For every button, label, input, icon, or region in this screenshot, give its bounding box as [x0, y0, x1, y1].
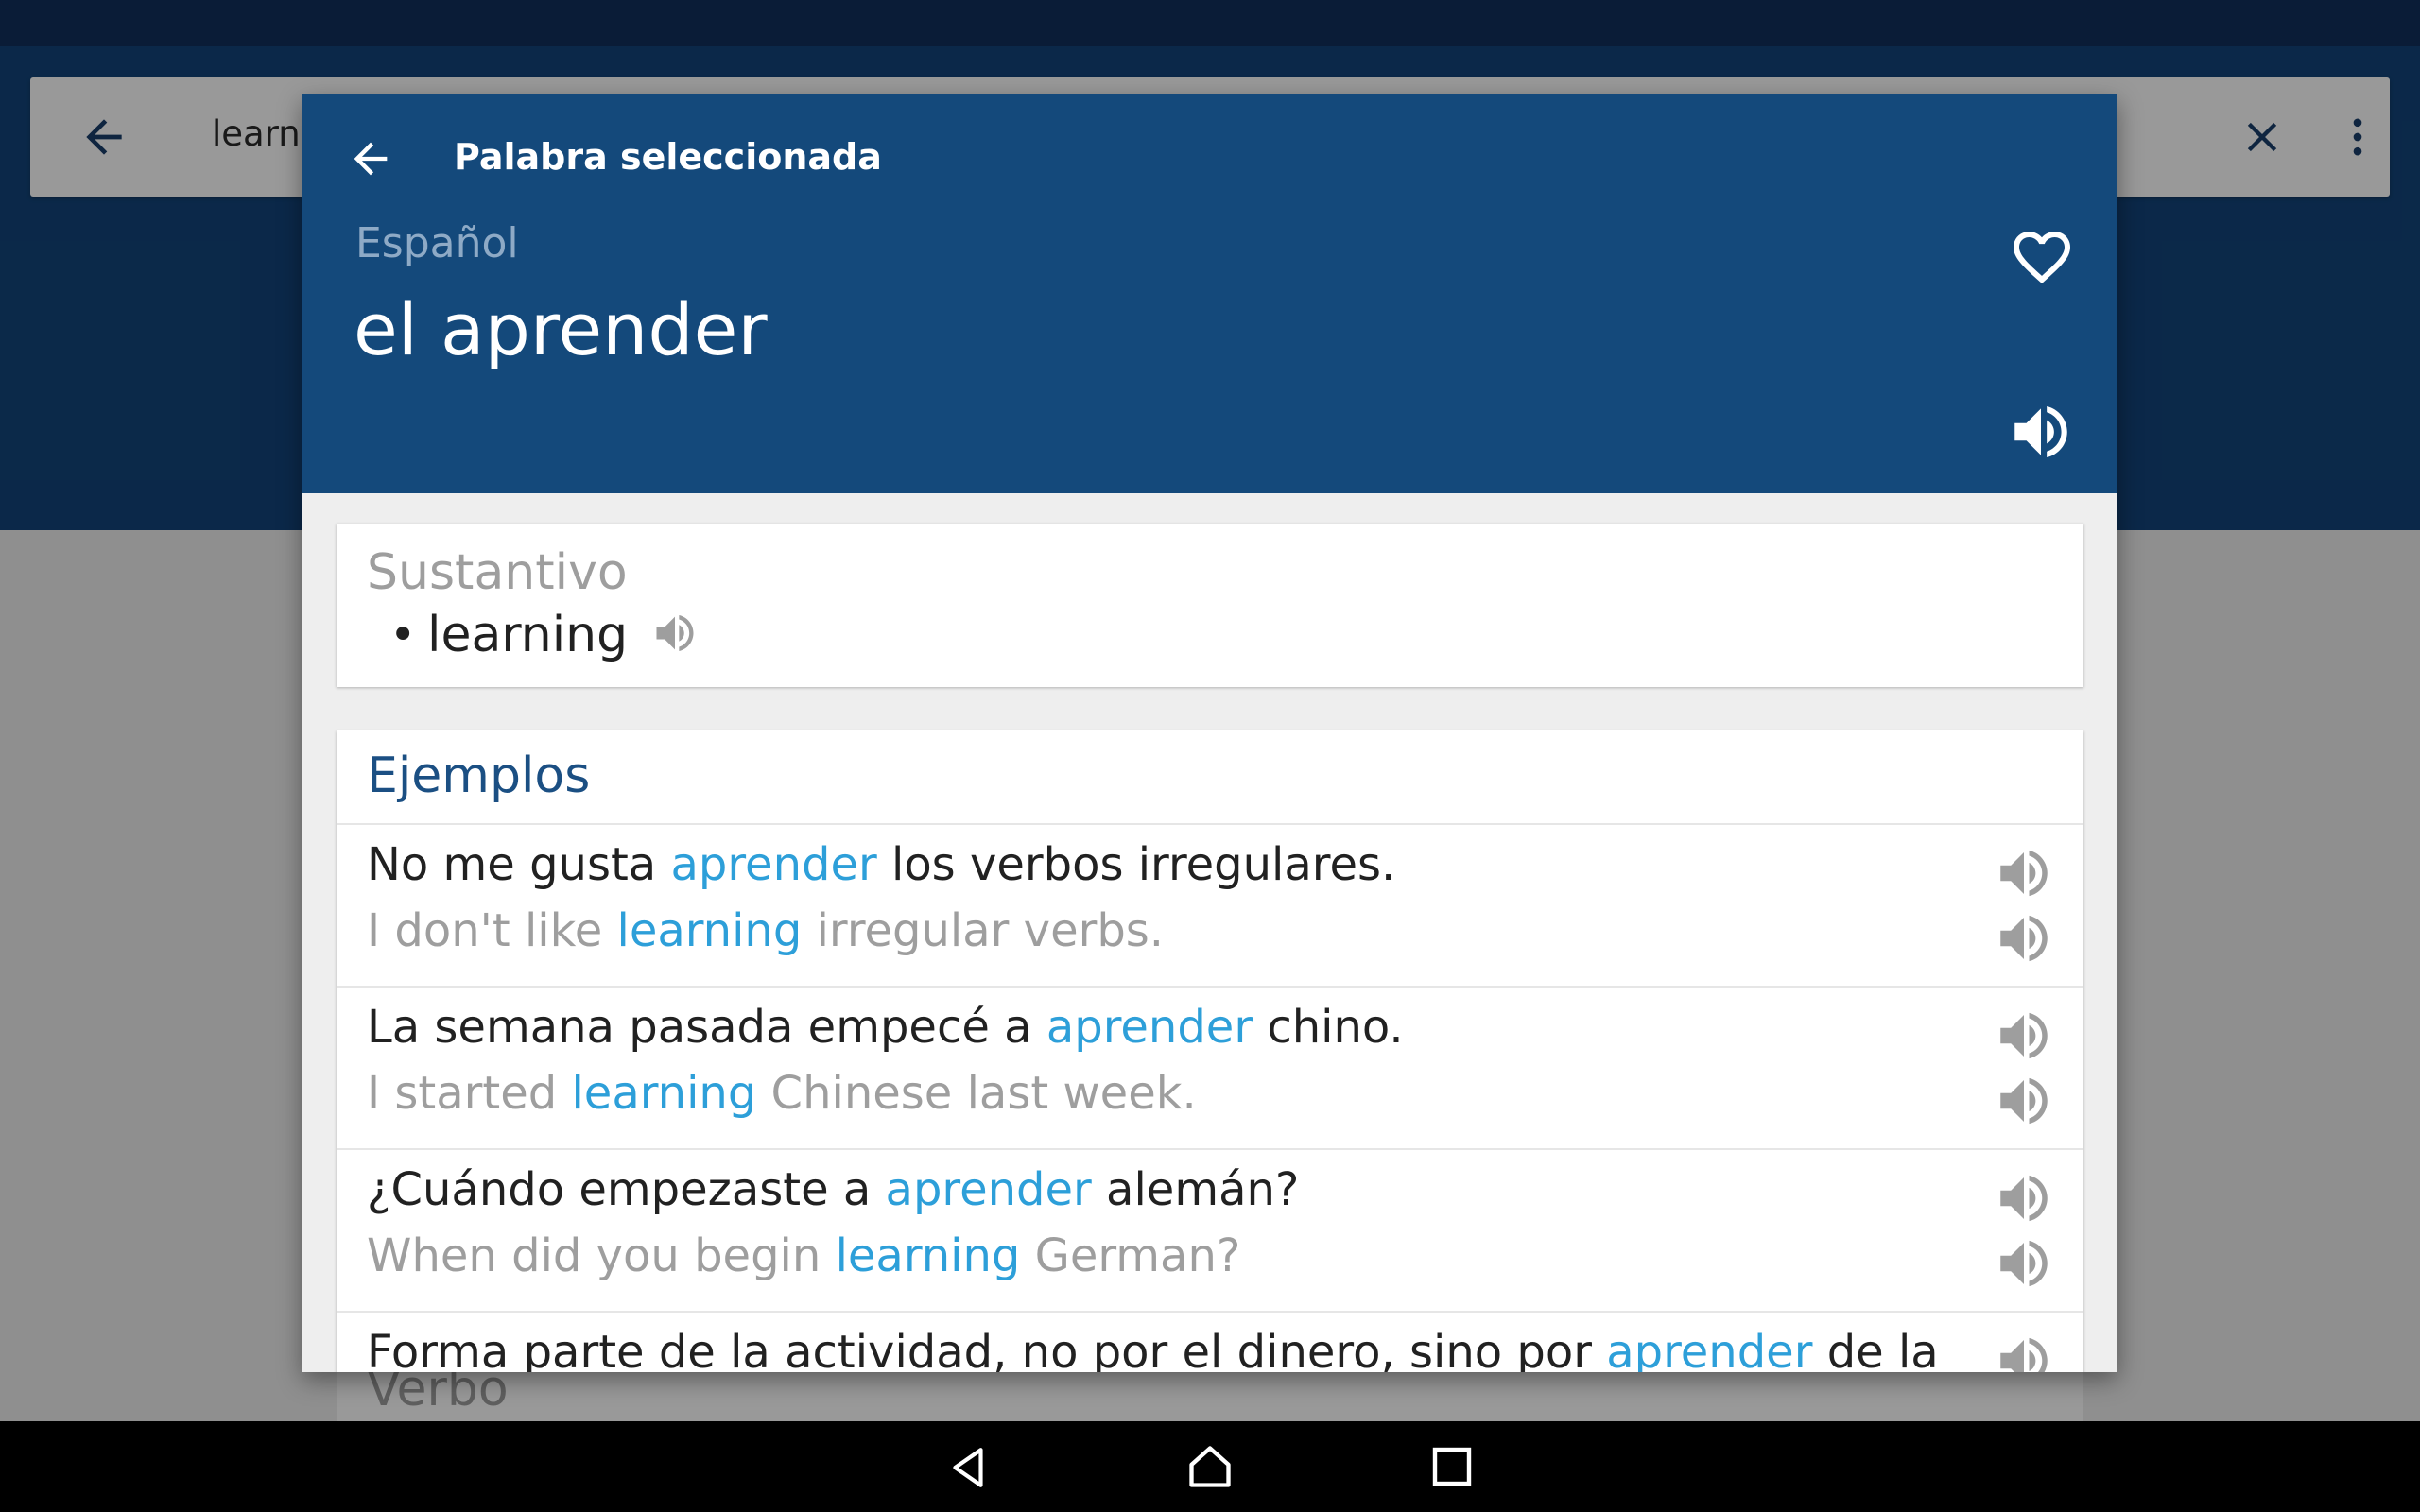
- speaker-icon[interactable]: [1993, 1330, 2055, 1372]
- speaker-icon[interactable]: [1993, 1005, 2055, 1067]
- part-of-speech-label: Sustantivo: [367, 544, 628, 601]
- dialog-header: Palabra seleccionada Español el aprender: [302, 94, 2118, 493]
- examples-card: Ejemplos No me gusta aprender los verbos…: [337, 730, 2083, 1372]
- example-row: No me gusta aprender los verbos irregula…: [337, 825, 2083, 986]
- heart-outline-icon[interactable]: [2008, 223, 2076, 291]
- example-english: When did you begin learning German?: [367, 1229, 1241, 1282]
- nav-home-icon[interactable]: [1185, 1442, 1235, 1491]
- arrow-back-icon[interactable]: [346, 134, 395, 183]
- bullet: •: [389, 609, 417, 662]
- example-english: I started learning Chinese last week.: [367, 1067, 1197, 1120]
- example-spanish: La semana pasada empecé a aprender chino…: [367, 1001, 1404, 1054]
- nav-recents-icon[interactable]: [1429, 1444, 1475, 1489]
- language-label: Español: [355, 219, 519, 267]
- example-row: ¿Cuándo empezaste a aprender alemán? Whe…: [337, 1150, 2083, 1311]
- speaker-icon[interactable]: [1993, 907, 2055, 970]
- examples-title: Ejemplos: [367, 747, 591, 804]
- nav-back-icon[interactable]: [945, 1444, 993, 1491]
- selected-word-dialog: Palabra seleccionada Español el aprender…: [302, 94, 2118, 1372]
- speaker-icon[interactable]: [1993, 1070, 2055, 1132]
- example-spanish: No me gusta aprender los verbos irregula…: [367, 838, 1396, 891]
- example-row: Forma parte de la actividad, no por el d…: [337, 1313, 2083, 1372]
- navigation-bar: [0, 1421, 2420, 1512]
- example-spanish: ¿Cuándo empezaste a aprender alemán?: [367, 1163, 1300, 1216]
- speaker-icon[interactable]: [650, 609, 700, 658]
- example-spanish: Forma parte de la actividad, no por el d…: [367, 1326, 1939, 1372]
- example-english: I don't like learning irregular verbs.: [367, 904, 1165, 957]
- speaker-icon[interactable]: [1993, 1232, 2055, 1295]
- selected-word: el aprender: [354, 287, 768, 371]
- speaker-icon[interactable]: [1993, 842, 2055, 904]
- speaker-icon[interactable]: [2006, 397, 2076, 467]
- noun-card: Sustantivo • learning: [337, 524, 2083, 687]
- speaker-icon[interactable]: [1993, 1167, 2055, 1229]
- dialog-title: Palabra seleccionada: [454, 136, 882, 178]
- translation-word[interactable]: learning: [427, 607, 628, 663]
- example-row: La semana pasada empecé a aprender chino…: [337, 988, 2083, 1148]
